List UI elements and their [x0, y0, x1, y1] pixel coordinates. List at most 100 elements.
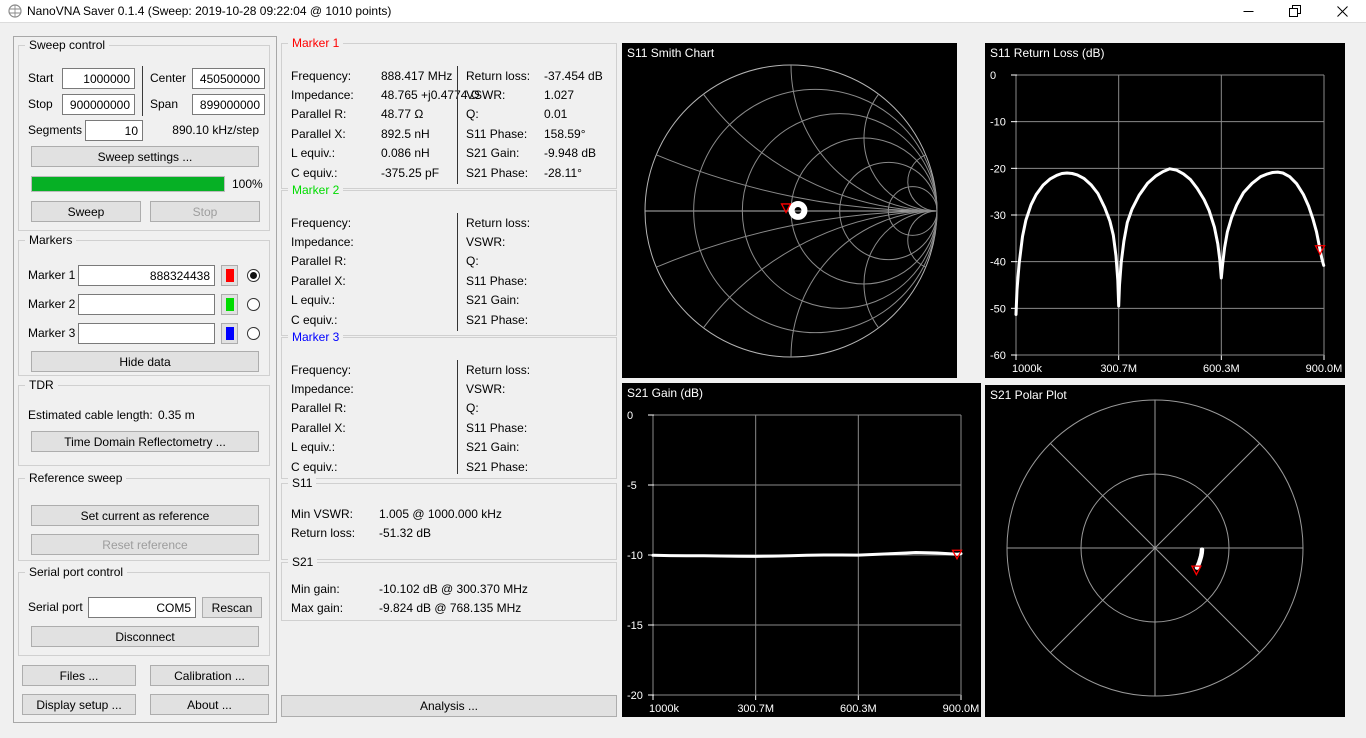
chart-title: S21 Polar Plot [990, 388, 1067, 402]
field-label: C equiv.: [291, 460, 381, 474]
field-row: Impedance: [291, 232, 457, 251]
tdr-button[interactable]: Time Domain Reflectometry ... [31, 431, 259, 452]
marker-2-radio[interactable] [247, 298, 260, 311]
field-row: Return loss: [466, 360, 610, 379]
analysis-button[interactable]: Analysis ... [281, 695, 617, 717]
svg-text:-10: -10 [990, 117, 1006, 129]
group-title: Marker 3 [288, 330, 343, 344]
field-row: S21 Gain: [466, 291, 610, 310]
disconnect-button[interactable]: Disconnect [31, 626, 259, 647]
field-row: Impedance: [291, 379, 457, 398]
progress-fill [32, 177, 224, 191]
field-label: Q: [466, 254, 544, 268]
field-row: VSWR:1.027 [466, 85, 610, 104]
marker-1-color-button[interactable] [221, 265, 238, 286]
field-value: -9.948 dB [544, 146, 596, 160]
field-row: Parallel X: [291, 418, 457, 437]
minimize-button[interactable] [1225, 0, 1271, 22]
marker-3-fields: Frequency:Impedance:Parallel R:Parallel … [291, 360, 610, 474]
set-reference-button[interactable]: Set current as reference [31, 505, 259, 526]
start-label: Start [28, 71, 53, 85]
marker-2-color-button[interactable] [221, 294, 238, 315]
field-value: -37.454 dB [544, 69, 603, 83]
field-row: Frequency:888.417 MHz [291, 66, 457, 85]
s11-info-group: S11 Min VSWR:1.005 @ 1000.000 kHzReturn … [281, 483, 617, 560]
restore-button[interactable] [1272, 0, 1318, 22]
field-label: Max gain: [291, 601, 379, 615]
s21-gain-chart-panel[interactable]: S21 Gain (dB) 1000k300.7M600.3M900.0M0-5… [622, 383, 981, 717]
field-row: Return loss: [466, 213, 610, 232]
hide-data-button[interactable]: Hide data [31, 351, 259, 372]
field-label: L equiv.: [291, 440, 381, 454]
field-label: Return loss: [466, 363, 544, 377]
reset-reference-button: Reset reference [31, 534, 259, 555]
display-setup-button[interactable]: Display setup ... [22, 694, 136, 715]
sweep-settings-button[interactable]: Sweep settings ... [31, 146, 259, 167]
close-icon [1337, 6, 1348, 17]
field-row: C equiv.: [291, 457, 457, 476]
cable-length-value: 0.35 m [158, 408, 195, 422]
field-label: Min VSWR: [291, 507, 379, 521]
rescan-button[interactable]: Rescan [202, 597, 262, 618]
field-label: L equiv.: [291, 146, 381, 160]
marker-1-radio[interactable] [247, 269, 260, 282]
group-title: Marker 2 [288, 183, 343, 197]
s11-smith-chart-panel[interactable]: S11 Smith Chart [622, 43, 957, 378]
sweep-button[interactable]: Sweep [31, 201, 141, 222]
serial-port-group: Serial port control Serial port Rescan D… [18, 572, 270, 656]
sweep-progress-bar [31, 176, 225, 192]
field-row: L equiv.: [291, 438, 457, 457]
field-row: Max gain:-9.824 dB @ 768.135 MHz [291, 598, 610, 617]
stop-input[interactable] [62, 94, 135, 115]
svg-text:600.3M: 600.3M [840, 703, 877, 715]
field-row: L equiv.:0.086 nH [291, 144, 457, 163]
start-input[interactable] [62, 68, 135, 89]
field-label: C equiv.: [291, 313, 381, 327]
minimize-icon [1243, 6, 1254, 17]
field-row: Impedance:48.765 +j0.4774 Ω [291, 85, 457, 104]
field-value: -10.102 dB @ 300.370 MHz [379, 582, 528, 596]
about-button[interactable]: About ... [150, 694, 269, 715]
marker-3-label: Marker 3 [28, 326, 75, 340]
marker-3-color-button[interactable] [221, 323, 238, 344]
field-label: S11 Phase: [466, 274, 544, 288]
s11-return-loss-chart-panel[interactable]: S11 Return Loss (dB) 1000k300.7M600.3M90… [985, 43, 1345, 378]
svg-text:-5: -5 [627, 480, 637, 492]
field-row: Parallel R:48.77 Ω [291, 105, 457, 124]
center-input[interactable] [192, 68, 265, 89]
calibration-button[interactable]: Calibration ... [150, 665, 269, 686]
svg-text:300.7M: 300.7M [1100, 363, 1137, 375]
marker-1-fields: Frequency:888.417 MHzImpedance:48.765 +j… [291, 66, 610, 184]
restore-icon [1289, 5, 1301, 17]
svg-text:900.0M: 900.0M [1306, 363, 1343, 375]
s21-info-group: S21 Min gain:-10.102 dB @ 300.370 MHzMax… [281, 562, 617, 621]
files-button[interactable]: Files ... [22, 665, 136, 686]
marker-2-input[interactable] [78, 294, 215, 315]
field-label: S21 Gain: [466, 440, 544, 454]
field-value: 158.59° [544, 127, 586, 141]
field-value: -51.32 dB [379, 526, 431, 540]
marker-1-input[interactable] [78, 265, 215, 286]
column-divider [142, 66, 143, 116]
span-input[interactable] [192, 94, 265, 115]
field-row: S11 Phase: [466, 271, 610, 290]
title-bar: NanoVNA Saver 0.1.4 (Sweep: 2019-10-28 0… [0, 0, 1366, 23]
stop-button: Stop [150, 201, 260, 222]
marker-2-color-swatch [226, 298, 234, 311]
close-button[interactable] [1319, 0, 1365, 22]
svg-text:-15: -15 [627, 620, 643, 632]
field-label: S21 Gain: [466, 293, 544, 307]
group-title: Markers [25, 233, 76, 247]
s21-fields: Min gain:-10.102 dB @ 300.370 MHzMax gai… [291, 579, 610, 618]
field-row: Parallel R: [291, 399, 457, 418]
marker-3-input[interactable] [78, 323, 215, 344]
svg-text:900.0M: 900.0M [943, 703, 980, 715]
s21-polar-plot-panel[interactable]: S21 Polar Plot [985, 385, 1345, 717]
field-row: S21 Gain: [466, 438, 610, 457]
group-title: Reference sweep [25, 471, 126, 485]
serial-port-input[interactable] [88, 597, 196, 618]
segments-input[interactable] [85, 120, 143, 141]
marker-2-label: Marker 2 [28, 297, 75, 311]
field-value: 888.417 MHz [381, 69, 452, 83]
marker-3-radio[interactable] [247, 327, 260, 340]
